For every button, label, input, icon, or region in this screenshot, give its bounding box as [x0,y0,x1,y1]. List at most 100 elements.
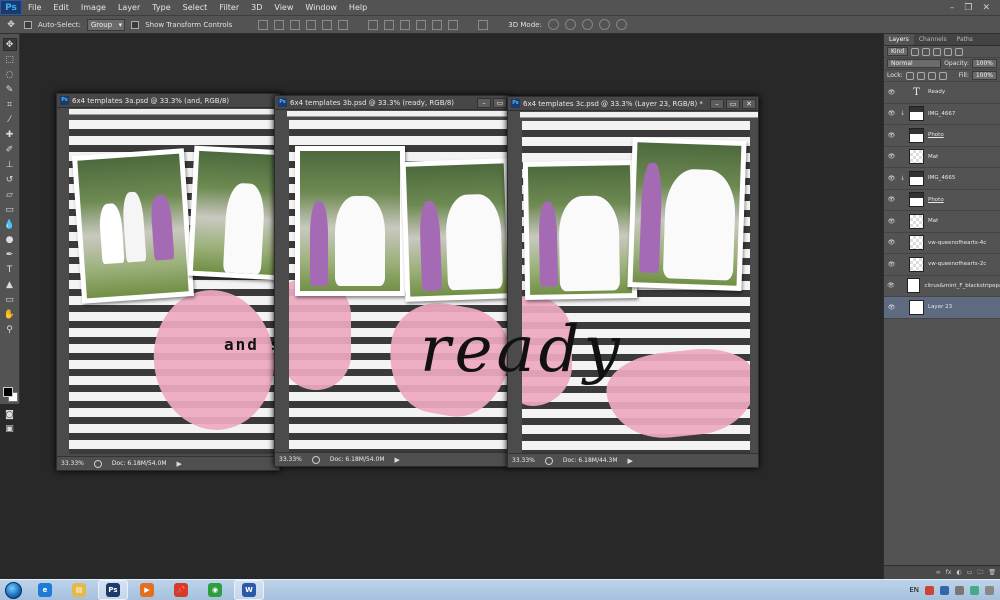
link-layers-icon[interactable]: ∞ [936,569,941,576]
volume-icon[interactable] [970,585,979,595]
auto-align-icon[interactable] [478,19,489,30]
distribute-vcenter-icon[interactable] [384,19,395,30]
pen-tool-icon[interactable]: ✒ [3,248,17,261]
show-transform-checkbox[interactable] [131,20,140,29]
layer-name[interactable]: vw-queenofhearts-2c [928,261,986,267]
filter-pixel-icon[interactable] [911,47,920,56]
hand-tool-icon[interactable]: ✋ [3,308,17,321]
status-info-icon[interactable] [311,455,320,464]
zoom-level[interactable]: 33.33% [279,456,302,463]
layer-name[interactable]: IMG_4667 [928,111,955,117]
doc-close-button[interactable]: ✕ [742,98,756,109]
layer-row[interactable]: 👁 Photo [884,190,1000,211]
status-menu-arrow-icon[interactable]: ▶ [628,457,633,465]
visibility-eye-icon[interactable]: 👁 [887,89,896,96]
filter-smart-object-icon[interactable] [955,47,964,56]
distribute-top-icon[interactable] [368,19,379,30]
stamp-tool-icon[interactable]: ⊥ [3,158,17,171]
document-a-canvas[interactable]: and she is [69,120,279,454]
visibility-eye-icon[interactable]: 👁 [887,261,896,268]
status-menu-arrow-icon[interactable]: ▶ [395,456,400,464]
lock-transparency-icon[interactable] [905,71,914,80]
document-c-canvas[interactable] [522,121,750,455]
3d-slide-icon[interactable] [598,19,610,30]
tab-channels[interactable]: Channels [914,34,952,45]
move-tool-icon[interactable]: ✥ [2,38,17,51]
menu-filter[interactable]: Filter [213,0,245,15]
document-c-titlebar[interactable]: Ps 6x4 templates 3c.psd @ 33.3% (Layer 2… [508,97,758,111]
lock-all-icon[interactable] [938,71,947,80]
doc-minimize-button[interactable]: – [710,98,724,109]
layer-row[interactable]: 👁 ↓ IMG_4667 [884,104,1000,125]
distribute-bottom-icon[interactable] [400,19,411,30]
gradient-tool-icon[interactable]: ▭ [3,203,17,216]
show-desktop-icon[interactable] [985,585,994,595]
menu-layer[interactable]: Layer [112,0,146,15]
document-b-titlebar[interactable]: Ps 6x4 templates 3b.psd @ 33.3% (ready, … [275,96,509,110]
menu-edit[interactable]: Edit [47,0,75,15]
visibility-eye-icon[interactable]: 👁 [887,239,896,246]
menu-view[interactable]: View [268,0,299,15]
status-info-icon[interactable] [544,456,553,465]
align-left-icon[interactable] [306,19,317,30]
quick-select-tool-icon[interactable]: ✎ [3,83,17,96]
taskbar-chrome-button[interactable]: ◉ [200,580,230,600]
close-button[interactable]: ✕ [982,3,990,13]
layer-row[interactable]: 👁 Mat [884,147,1000,168]
layer-name[interactable]: IMG_4665 [928,175,955,181]
blend-mode-dropdown[interactable]: Normal [887,59,942,68]
visibility-eye-icon[interactable]: 👁 [887,282,895,289]
menu-3d[interactable]: 3D [245,0,268,15]
layer-row[interactable]: 👁 Layer 23 [884,297,1000,319]
distribute-hcenter-icon[interactable] [432,19,443,30]
network-icon[interactable] [940,585,949,595]
eraser-tool-icon[interactable]: ▱ [3,188,17,201]
path-select-tool-icon[interactable]: ▲ [3,278,17,291]
tab-paths[interactable]: Paths [952,34,978,45]
visibility-eye-icon[interactable]: 👁 [887,132,896,139]
3d-roll-icon[interactable] [564,19,576,30]
menu-file[interactable]: File [22,0,47,15]
doc-minimize-button[interactable]: – [477,97,491,108]
layer-mask-icon[interactable]: ◐ [956,569,961,576]
taskbar-word-button[interactable]: W [234,580,264,600]
doc-maximize-button[interactable]: ▭ [493,97,507,108]
language-indicator[interactable]: EN [909,586,919,594]
eyedropper-tool-icon[interactable]: ⁄ [3,113,17,126]
layer-style-icon[interactable]: fx [946,569,952,576]
layer-row[interactable]: 👁 vw-queenofhearts-4c [884,233,1000,254]
lock-position-icon[interactable] [927,71,936,80]
document-window-c[interactable]: Ps 6x4 templates 3c.psd @ 33.3% (Layer 2… [507,96,759,468]
security-icon[interactable] [925,585,934,595]
visibility-eye-icon[interactable]: 👁 [887,304,896,311]
layer-row[interactable]: 👁 Photo [884,125,1000,147]
align-right-icon[interactable] [338,19,349,30]
auto-select-dropdown[interactable]: Group [86,18,126,31]
doc-maximize-button[interactable]: ▭ [726,98,740,109]
start-button[interactable] [0,580,26,600]
align-hcenter-icon[interactable] [322,19,333,30]
layer-name[interactable]: Photo [928,197,944,203]
flag-icon[interactable] [955,585,964,595]
document-window-a[interactable]: Ps 6x4 templates 3a.psd @ 33.3% (and, RG… [56,93,280,471]
status-info-icon[interactable] [93,459,102,468]
visibility-eye-icon[interactable]: 👁 [887,153,896,160]
visibility-eye-icon[interactable]: 👁 [887,218,896,225]
filter-shape-icon[interactable] [944,47,953,56]
layer-name[interactable]: Mat [928,218,938,224]
brush-tool-icon[interactable]: ✐ [3,143,17,156]
layer-name[interactable]: Mat [928,154,938,160]
lock-pixels-icon[interactable] [916,71,925,80]
align-vcenter-icon[interactable] [274,19,285,30]
layer-row[interactable]: 👁 Mat [884,211,1000,233]
menu-window[interactable]: Window [299,0,343,15]
filter-kind-dropdown[interactable]: Kind [887,47,909,56]
tab-layers[interactable]: Layers [884,34,914,45]
layer-name[interactable]: citrus&mint_F_blackstripepaper [924,283,1000,289]
menu-help[interactable]: Help [343,0,373,15]
document-a-titlebar[interactable]: Ps 6x4 templates 3a.psd @ 33.3% (and, RG… [57,94,279,108]
menu-select[interactable]: Select [177,0,214,15]
taskbar-pin-app-button[interactable]: 📌 [166,580,196,600]
menu-type[interactable]: Type [146,0,176,15]
document-window-b[interactable]: Ps 6x4 templates 3b.psd @ 33.3% (ready, … [274,95,510,467]
